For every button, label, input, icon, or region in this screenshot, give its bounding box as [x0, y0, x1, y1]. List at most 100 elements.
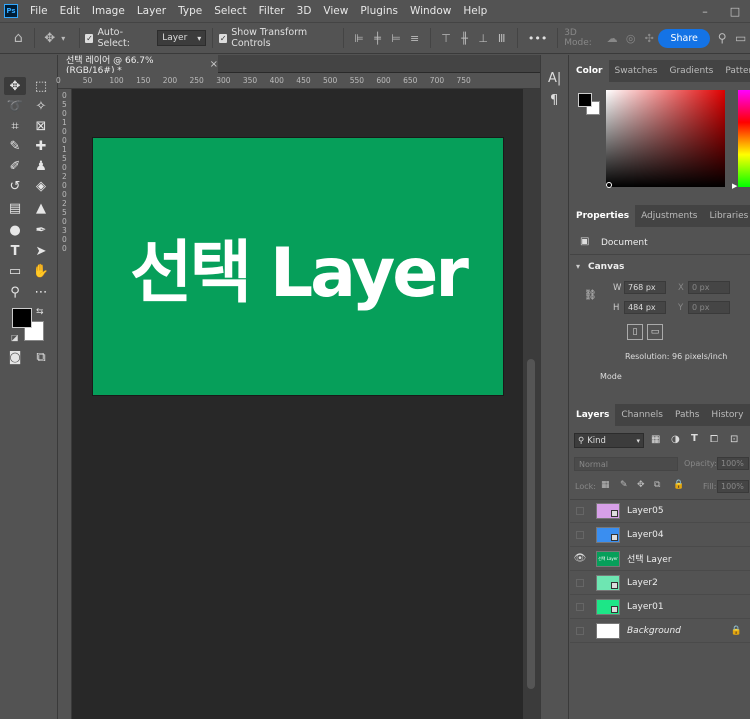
show-transform-checkbox[interactable]: ✓ Show Transform Controls — [219, 27, 337, 49]
default-colors-icon[interactable]: ◪ — [11, 333, 19, 342]
stamp-tool-icon[interactable]: ♟ — [30, 157, 52, 175]
tab-gradients[interactable]: Gradients — [664, 60, 720, 82]
eyedropper-icon[interactable]: ✎ — [4, 137, 26, 155]
quick-mask-icon[interactable]: ◙ — [4, 348, 26, 366]
menu-window[interactable]: Window — [404, 0, 457, 22]
align-top-icon[interactable]: ⊤ — [440, 31, 453, 45]
visibility-toggle[interactable] — [570, 626, 590, 635]
tab-swatches[interactable]: Swatches — [609, 60, 664, 82]
tab-color[interactable]: Color — [570, 60, 609, 82]
lock-all-icon[interactable]: 🔒 — [673, 480, 684, 490]
type-tool-icon[interactable]: T — [4, 242, 26, 260]
more-tools-icon[interactable]: ⋯ — [30, 283, 52, 301]
filter-kind-dropdown[interactable]: ⚲ Kind ▾ — [574, 433, 644, 448]
height-input[interactable]: 484 px — [624, 301, 666, 314]
path-selection-icon[interactable]: ➤ — [30, 242, 52, 260]
tab-channels[interactable]: Channels — [615, 404, 669, 426]
share-button[interactable]: Share — [658, 28, 710, 48]
auto-select-dropdown[interactable]: Layer ▾ — [157, 30, 207, 46]
hand-tool-icon[interactable]: ✋ — [30, 262, 52, 280]
layer-name[interactable]: Background — [627, 626, 681, 636]
zoom-tool-icon[interactable]: ⚲ — [4, 283, 26, 301]
distribute-icon[interactable]: ≡ — [408, 31, 421, 45]
color-picker-field[interactable] — [606, 90, 725, 187]
search-icon[interactable]: ⚲ — [716, 31, 729, 45]
lock-transparent-icon[interactable]: ▦ — [601, 480, 610, 490]
tab-patterns[interactable]: Patterns — [719, 60, 750, 82]
layer-name[interactable]: Layer2 — [627, 578, 658, 588]
chevron-down-icon[interactable]: ▾ — [57, 31, 70, 45]
color-picker-cursor[interactable] — [606, 182, 612, 188]
lasso-tool-icon[interactable]: ➰ — [4, 97, 26, 115]
layer-name[interactable]: 선택 Layer — [627, 552, 672, 565]
align-middle-v-icon[interactable]: ╫ — [458, 31, 471, 45]
history-brush-icon[interactable]: ↺ — [4, 177, 26, 195]
tab-adjustments[interactable]: Adjustments — [635, 205, 703, 227]
layer-name[interactable]: Layer01 — [627, 602, 664, 612]
orbit-icon[interactable]: ☁ — [606, 31, 619, 45]
screen-mode-icon[interactable]: ⧉ — [30, 348, 52, 366]
lock-image-icon[interactable]: ✎ — [620, 480, 628, 490]
link-dimensions-icon[interactable]: ⛓ — [584, 290, 597, 301]
layer-row[interactable]: Layer01 — [570, 595, 750, 619]
brush-tool-icon[interactable]: ✐ — [4, 157, 26, 175]
menu-help[interactable]: Help — [457, 0, 493, 22]
layer-name[interactable]: Layer05 — [627, 506, 664, 516]
landscape-orientation-icon[interactable]: ▭ — [647, 324, 663, 340]
x-input[interactable]: 0 px — [688, 281, 730, 294]
gradient-tool-icon[interactable]: ▤ — [4, 199, 26, 217]
layer-row[interactable]: Background 🔒 — [570, 619, 750, 643]
visibility-toggle[interactable]: 👁 — [570, 553, 590, 564]
visibility-toggle[interactable] — [570, 506, 590, 515]
menu-3d[interactable]: 3D — [291, 0, 318, 22]
lock-artboard-icon[interactable]: ⧉ — [654, 480, 660, 490]
foreground-color-swatch[interactable] — [12, 308, 32, 328]
visibility-toggle[interactable] — [570, 602, 590, 611]
scrollbar-thumb[interactable] — [527, 359, 535, 689]
move-tool-icon[interactable]: ✥ — [4, 77, 26, 95]
filter-shape-icon[interactable]: ⧠ — [710, 434, 718, 445]
tab-properties[interactable]: Properties — [570, 205, 636, 227]
align-center-h-icon[interactable]: ╪ — [371, 31, 384, 45]
portrait-orientation-icon[interactable]: ▯ — [627, 324, 643, 340]
menu-edit[interactable]: Edit — [54, 0, 86, 22]
menu-filter[interactable]: Filter — [253, 0, 291, 22]
tab-history[interactable]: History — [705, 404, 749, 426]
pen-tool-icon[interactable]: ✒ — [30, 221, 52, 239]
lock-position-icon[interactable]: ✥ — [637, 480, 645, 490]
blend-mode-dropdown[interactable]: Normal — [574, 457, 678, 471]
auto-select-checkbox[interactable]: ✓ Auto-Select: — [85, 27, 149, 49]
marquee-tool-icon[interactable]: ⬚ — [30, 77, 52, 95]
layer-row[interactable]: Layer04 — [570, 523, 750, 547]
opacity-input[interactable]: 100% — [717, 457, 749, 470]
align-right-icon[interactable]: ⊨ — [390, 31, 403, 45]
character-panel-icon[interactable]: A| — [548, 71, 561, 86]
align-bottom-icon[interactable]: ⊥ — [477, 31, 490, 45]
menu-file[interactable]: File — [24, 0, 54, 22]
hue-slider[interactable] — [738, 90, 750, 187]
frame-tool-icon[interactable]: ⊠ — [30, 117, 52, 135]
document-tab[interactable]: 선택 레이어 @ 66.7% (RGB/16#) * × — [58, 55, 218, 76]
roll-icon[interactable]: ◎ — [624, 31, 637, 45]
filter-adjustment-icon[interactable]: ◑ — [671, 434, 680, 445]
rectangle-tool-icon[interactable]: ▭ — [4, 262, 26, 280]
chevron-down-icon[interactable]: ▾ — [576, 262, 580, 271]
layer-row[interactable]: 👁 선택 Layer 선택 Layer — [570, 547, 750, 571]
more-options-button[interactable]: ••• — [528, 32, 547, 45]
menu-select[interactable]: Select — [208, 0, 252, 22]
layer-row[interactable]: Layer2 — [570, 571, 750, 595]
artboard[interactable]: 선택 Layer — [93, 138, 503, 395]
distribute-v-icon[interactable]: Ⅲ — [495, 31, 508, 45]
color-panel-foreground-swatch[interactable] — [578, 93, 592, 107]
visibility-toggle[interactable] — [570, 578, 590, 587]
filter-smart-object-icon[interactable]: ⊡ — [730, 434, 738, 445]
close-icon[interactable]: × — [210, 59, 218, 70]
menu-view[interactable]: View — [317, 0, 354, 22]
layer-name[interactable]: Layer04 — [627, 530, 664, 540]
menu-plugins[interactable]: Plugins — [354, 0, 404, 22]
menu-image[interactable]: Image — [86, 0, 131, 22]
blur-tool-icon[interactable]: ▲ — [30, 199, 52, 217]
align-left-icon[interactable]: ⊫ — [353, 31, 366, 45]
layer-row[interactable]: Layer05 — [570, 499, 750, 523]
maximize-button[interactable]: □ — [720, 0, 750, 22]
